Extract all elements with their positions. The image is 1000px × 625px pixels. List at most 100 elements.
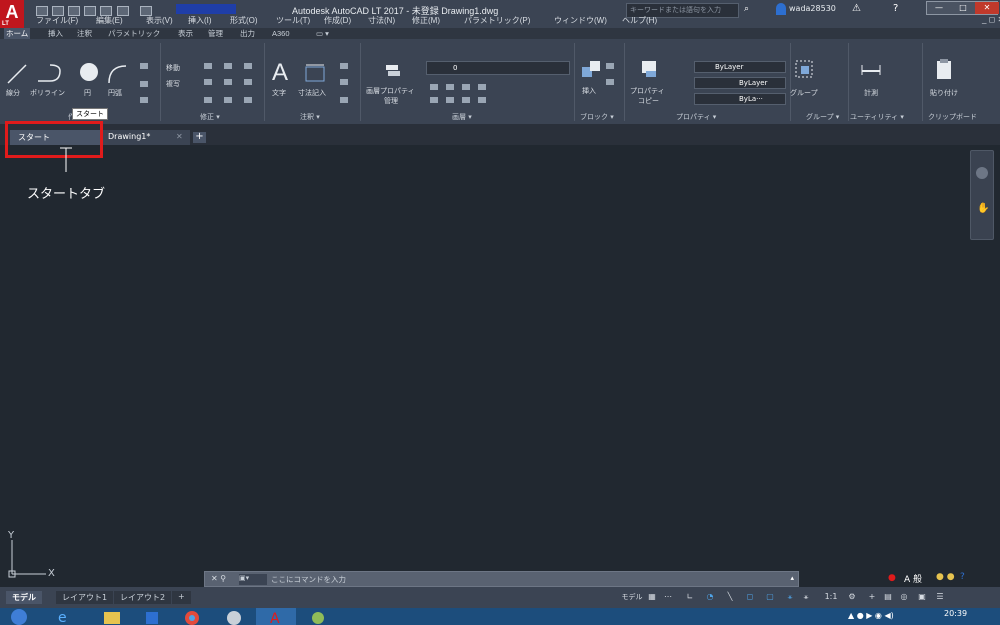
paste-icon[interactable] — [934, 57, 954, 83]
close-cmd-icon[interactable]: ✕ ⚲ — [211, 574, 226, 583]
match-properties-icon[interactable] — [640, 59, 660, 81]
autocad-taskbar-icon[interactable]: A — [256, 608, 296, 625]
exchange-icon[interactable]: ⚠ — [852, 3, 861, 14]
insert-block-icon[interactable] — [580, 59, 602, 81]
offset-icon[interactable] — [244, 97, 252, 103]
panel-annotation-title[interactable]: 注釈 ▾ — [300, 112, 320, 122]
group-tool-label[interactable]: グループ — [790, 88, 818, 98]
layer-properties-label-1[interactable]: 画層プロパティ — [366, 86, 415, 96]
move-tool[interactable]: 移動 — [166, 63, 180, 73]
menu-tools[interactable]: ツール(T) — [276, 15, 310, 26]
customize-icon[interactable]: ☰ — [934, 591, 946, 603]
start-menu-icon[interactable] — [4, 608, 34, 625]
app-logo-button[interactable]: A LT — [0, 0, 24, 28]
grid-icon[interactable]: ▦ — [646, 591, 658, 603]
layer-tool-icon[interactable] — [478, 97, 486, 103]
layer-properties-icon[interactable] — [382, 59, 404, 81]
user-icon[interactable] — [776, 3, 786, 15]
text-icon[interactable]: A — [272, 59, 288, 87]
help-icon[interactable]: ? — [893, 3, 898, 14]
layer-tool-icon[interactable] — [446, 97, 454, 103]
insert-tool-label[interactable]: 挿入 — [582, 86, 596, 96]
layer-tool-icon[interactable] — [478, 84, 486, 90]
rect-icon[interactable] — [140, 63, 148, 69]
doc-window-controls[interactable]: _ ◻ ✕ — [982, 15, 1000, 24]
layer-properties-label-2[interactable]: 管理 — [384, 96, 398, 106]
linetype-dropdown[interactable]: ByLayer — [694, 77, 786, 89]
match-props-label-2[interactable]: コピー — [638, 96, 659, 106]
tab-manage[interactable]: 管理 — [208, 28, 223, 39]
isolate-icon[interactable]: ◎ — [898, 591, 910, 603]
menu-format[interactable]: 形式(O) — [230, 15, 258, 26]
binoculars-icon[interactable]: ⌕ — [744, 4, 774, 14]
close-button[interactable]: ✕ — [975, 2, 999, 14]
workspace-gear-icon[interactable]: ⚙ — [846, 591, 858, 603]
ribbon-options-icon[interactable]: ▭ ▾ — [316, 28, 329, 39]
explode-icon[interactable] — [244, 79, 252, 85]
media-player-icon[interactable] — [132, 608, 172, 625]
copy-tool[interactable]: 複写 — [166, 79, 180, 89]
ime-tools-icon[interactable]: ● ● — [936, 572, 955, 582]
circle-icon[interactable] — [78, 61, 100, 83]
line-icon[interactable] — [6, 63, 28, 85]
color-dropdown[interactable]: ByLayer — [694, 61, 786, 73]
menu-help[interactable]: ヘルプ(H) — [622, 15, 657, 26]
mirror-icon[interactable] — [204, 79, 212, 85]
osnap-tracking-icon[interactable]: ▢ — [764, 591, 776, 603]
layer-tool-icon[interactable] — [430, 97, 438, 103]
trim-icon[interactable] — [224, 63, 232, 69]
panel-groups-title[interactable]: グループ ▾ — [806, 112, 839, 122]
tray-icons[interactable]: ▲ ● ▶ ◉ ◀) — [848, 611, 894, 620]
arc-icon[interactable] — [106, 63, 128, 85]
panel-modify-title[interactable]: 修正 ▾ — [200, 112, 220, 122]
tab-output[interactable]: 出力 — [240, 28, 255, 39]
tab-model[interactable]: モデル — [6, 591, 42, 604]
leader-icon[interactable] — [340, 63, 348, 69]
ime-mode-label[interactable]: A 般 — [904, 572, 922, 585]
menu-parametric[interactable]: パラメトリック(P) — [464, 15, 530, 26]
table-icon[interactable] — [340, 97, 348, 103]
arc-tool-label[interactable]: 円弧 — [108, 88, 122, 98]
minimize-button[interactable]: — — [927, 2, 951, 14]
dimension-tool-label[interactable]: 寸法記入 — [298, 88, 326, 98]
units-icon[interactable]: ▤ — [882, 591, 894, 603]
ie-icon[interactable]: e — [44, 608, 84, 625]
ime-toolbar[interactable]: ● A 般 ● ● ? — [872, 571, 1000, 587]
menu-view[interactable]: 表示(V) — [146, 15, 173, 26]
erase-icon[interactable] — [244, 63, 252, 69]
annotation-visibility-icon[interactable]: ⚹ — [784, 591, 796, 603]
hatch-icon[interactable] — [140, 81, 148, 87]
tab-layout1[interactable]: レイアウト1 — [56, 591, 114, 604]
menu-window[interactable]: ウィンドウ(W) — [554, 15, 607, 26]
command-line[interactable]: ✕ ⚲ ▣▾ ここにコマンドを入力 ▴ — [204, 571, 799, 587]
close-tab-icon[interactable]: ✕ — [176, 132, 183, 141]
layer-tool-icon[interactable] — [462, 97, 470, 103]
tab-annotate[interactable]: 注釈 — [77, 28, 92, 39]
user-name[interactable]: wada28530 — [789, 4, 836, 13]
polar-icon[interactable]: ◔ — [704, 591, 716, 603]
paste-tool-label[interactable]: 貼り付け — [930, 88, 958, 98]
gradient-icon[interactable] — [140, 97, 148, 103]
line-tool-label[interactable]: 線分 — [6, 88, 20, 98]
panel-clipboard-title[interactable]: クリップボード — [928, 112, 977, 122]
panel-layers-title[interactable]: 画層 ▾ — [452, 112, 472, 122]
plus-icon[interactable]: + — [866, 591, 878, 603]
tab-home[interactable]: ホーム — [4, 28, 31, 39]
system-clock[interactable]: 20:39 — [944, 609, 967, 618]
ime-help-icon[interactable]: ? — [960, 572, 965, 582]
snap-icon[interactable]: ⋯ — [662, 591, 674, 603]
measure-tool-label[interactable]: 計測 — [864, 88, 878, 98]
tab-layout2[interactable]: レイアウト2 — [114, 591, 172, 604]
menu-draw[interactable]: 作成(D) — [324, 15, 351, 26]
navigation-bar[interactable]: ✋ — [970, 150, 994, 240]
match-props-label-1[interactable]: プロパティ — [630, 86, 665, 96]
create-block-icon[interactable] — [606, 63, 614, 69]
tab-insert[interactable]: 挿入 — [48, 28, 63, 39]
layer-tool-icon[interactable] — [430, 84, 438, 90]
annotation-scale-icon[interactable]: ⚹ — [800, 591, 812, 603]
ortho-icon[interactable]: ∟ — [684, 591, 696, 603]
circle-tool-label[interactable]: 円 — [84, 88, 91, 98]
isodraft-icon[interactable]: ╲ — [724, 591, 736, 603]
polyline-icon[interactable] — [36, 63, 62, 85]
rotate-icon[interactable] — [204, 63, 212, 69]
